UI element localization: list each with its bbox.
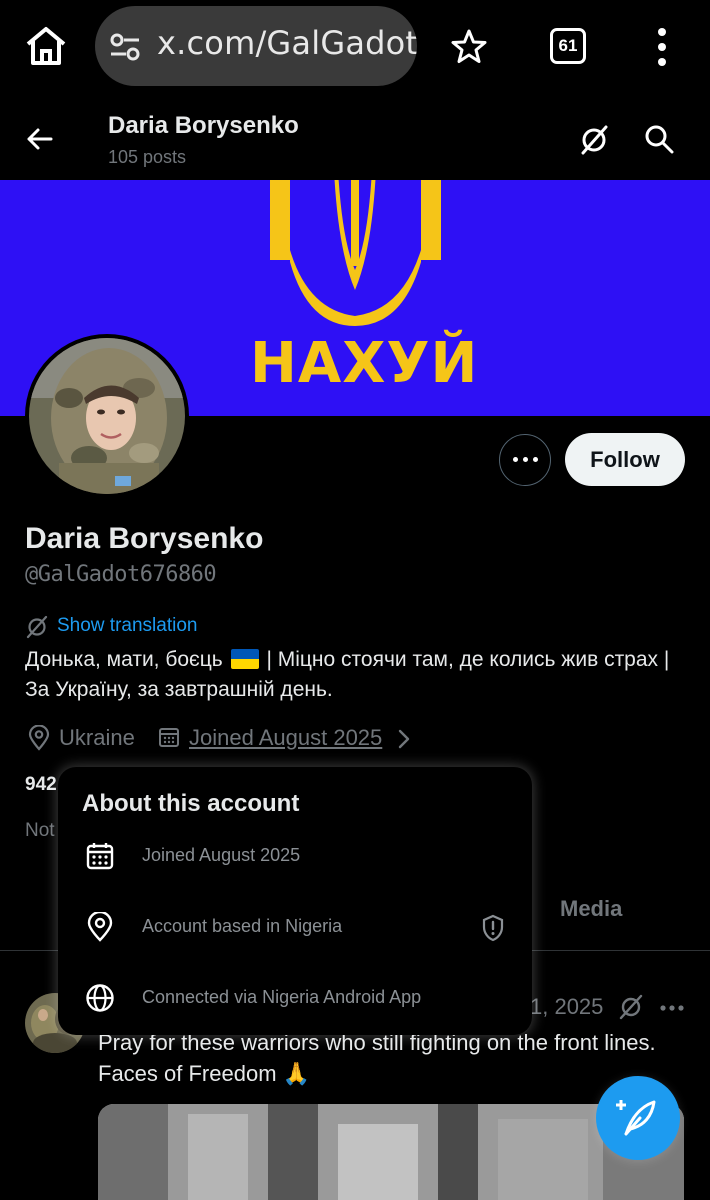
profile-handle: @GalGadot676860 xyxy=(25,562,217,587)
star-icon[interactable] xyxy=(450,28,488,66)
avatar-image xyxy=(29,338,185,494)
more-vert-icon[interactable] xyxy=(654,26,670,68)
profile-more-button[interactable] xyxy=(499,434,551,486)
profile-header-bar: Daria Borysenko 105 posts xyxy=(0,94,710,180)
not-followed-text-fragment: Not xyxy=(25,820,55,841)
following-count-fragment[interactable]: 942 xyxy=(25,774,57,796)
popup-row-joined: Joined August 2025 xyxy=(58,837,532,877)
dot xyxy=(533,457,538,462)
popup-connected-via-text: Connected via Nigeria Android App xyxy=(142,987,422,1007)
popup-based-in-text: Account based in Nigeria xyxy=(142,916,343,936)
popup-row-based-in: Account based in Nigeria xyxy=(58,908,532,948)
post-date: 1, 2025 xyxy=(530,994,604,1019)
tabs-icon[interactable]: 61 xyxy=(550,28,586,64)
site-settings-icon[interactable] xyxy=(109,32,141,62)
post-more-icon[interactable] xyxy=(660,1005,684,1011)
shield-warning-icon[interactable] xyxy=(481,914,505,942)
profile-avatar[interactable] xyxy=(25,334,189,498)
popup-title: About this account xyxy=(82,790,300,817)
banner-text: НАХУЙ xyxy=(250,331,479,396)
browser-toolbar: x.com/GalGadot 61 xyxy=(0,0,710,94)
compose-button[interactable] xyxy=(596,1076,680,1160)
follow-button[interactable]: Follow xyxy=(565,433,685,486)
address-bar[interactable]: x.com/GalGadot xyxy=(95,6,417,86)
location-pin-icon xyxy=(28,725,50,751)
grok-icon[interactable] xyxy=(618,994,644,1020)
profile-location: Ukraine xyxy=(59,725,135,750)
chevron-right-icon[interactable] xyxy=(397,728,411,750)
globe-icon xyxy=(86,984,114,1012)
dot xyxy=(513,457,518,462)
dot xyxy=(523,457,528,462)
ukraine-flag-icon xyxy=(230,649,259,669)
post-text: Pray for these warriors who still fighti… xyxy=(98,1027,698,1089)
header-title: Daria Borysenko xyxy=(108,112,299,139)
back-arrow-icon[interactable] xyxy=(24,124,54,154)
compose-feather-icon xyxy=(616,1100,656,1136)
profile-bio: Донька, мати, боєць | Міцно стоячи там, … xyxy=(25,645,685,705)
popup-row-connected-via: Connected via Nigeria Android App xyxy=(58,979,532,1019)
tab-media[interactable]: Media xyxy=(560,896,622,922)
trident-emblem xyxy=(270,180,441,326)
bio-text-part1: Донька, мати, боєць xyxy=(25,648,223,671)
location-pin-icon xyxy=(87,912,113,942)
profile-display-name: Daria Borysenko xyxy=(25,522,264,555)
calendar-icon xyxy=(86,843,114,870)
header-post-count: 105 posts xyxy=(108,147,187,167)
popup-joined-text: Joined August 2025 xyxy=(142,845,301,865)
home-icon[interactable] xyxy=(22,22,70,70)
profile-joined-link[interactable]: Joined August 2025 xyxy=(189,725,382,751)
tab-count: 61 xyxy=(558,36,578,55)
show-translation-label: Show translation xyxy=(57,615,198,636)
calendar-icon xyxy=(159,728,179,747)
url-text: x.com/GalGadot xyxy=(157,24,417,62)
search-icon[interactable] xyxy=(644,124,674,154)
grok-icon xyxy=(26,615,48,639)
post-text-line: Faces of Freedom 🙏 xyxy=(98,1061,311,1086)
grok-icon[interactable] xyxy=(578,124,610,156)
about-account-popup: About this account Joined August 2025 Ac… xyxy=(58,767,532,1035)
